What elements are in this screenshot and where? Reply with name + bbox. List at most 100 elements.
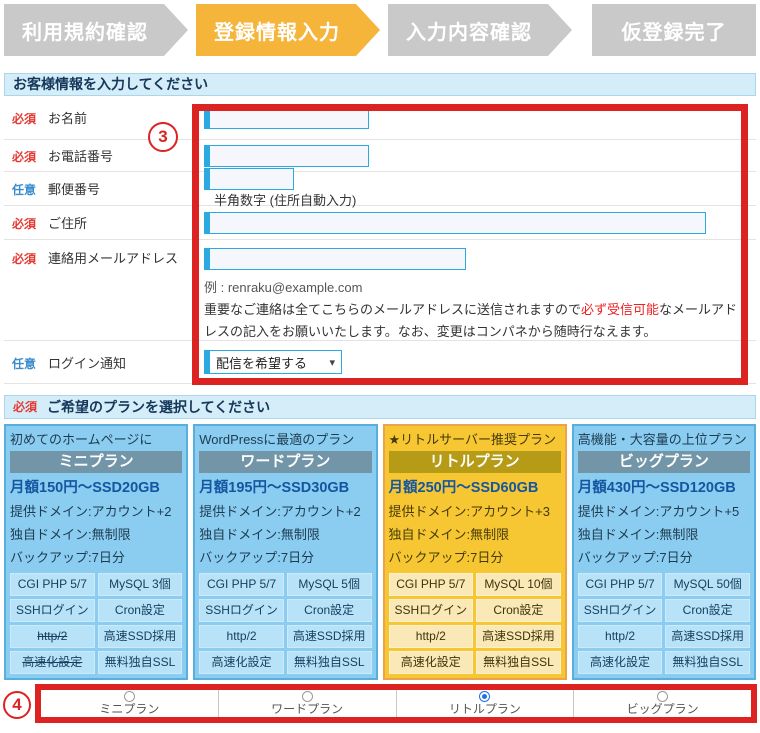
plan-price: 月額150円〜SSD20GB — [10, 476, 182, 500]
plan-feature-chip: 高速化設定 — [389, 651, 474, 674]
step-progress-bar: 利用規約確認 登録情報入力 入力内容確認 仮登録完了 — [4, 4, 756, 56]
name-input[interactable] — [204, 107, 369, 129]
login-notify-select[interactable]: 配信を希望する ▾ — [204, 350, 342, 374]
plan-spec: 独自ドメイン:無制限 — [389, 523, 561, 546]
radio-option-big[interactable]: ビッグプラン — [574, 690, 751, 717]
email-label: 連絡用メールアドレス — [48, 248, 178, 267]
form-row-login-notify: 任意 ログイン通知 配信を希望する ▾ — [4, 341, 756, 384]
plan-tagline: WordPressに最適のプラン — [199, 430, 371, 450]
plan-feature-chip: 高速化設定 — [199, 651, 284, 674]
plan-feature-chip: 高速化設定 — [578, 651, 663, 674]
plan-tagline: 高機能・大容量の上位プラン — [578, 430, 750, 450]
plan-feature-chip: MySQL 5個 — [287, 573, 372, 596]
plan-feature-chip: CGI PHP 5/7 — [389, 573, 474, 596]
zip-hint: 半角数字 (住所自動入力) — [214, 193, 356, 208]
plan-title: リトルプラン — [389, 451, 561, 473]
radio-label: ワードプラン — [271, 703, 343, 716]
radio-circle[interactable] — [657, 691, 668, 702]
plan-feature-chip: http/2 — [389, 625, 474, 648]
radio-circle[interactable] — [124, 691, 135, 702]
plan-cards: 初めてのホームページに ミニプラン 月額150円〜SSD20GB 提供ドメイン:… — [4, 424, 756, 680]
plan-spec: 独自ドメイン:無制限 — [578, 523, 750, 546]
plan-spec: バックアップ:7日分 — [578, 546, 750, 569]
plan-spec: 提供ドメイン:アカウント+2 — [10, 500, 182, 523]
plan-feature-chip: 無料独自SSL — [287, 651, 372, 674]
plan-feature-chip: 高速化設定 — [10, 651, 95, 674]
form-row-address: 必須 ご住所 — [4, 206, 756, 240]
plan-feature-chip: MySQL 3個 — [98, 573, 183, 596]
name-label: お名前 — [48, 108, 87, 127]
form-row-name: 必須 お名前 — [4, 96, 756, 140]
step-item-confirm: 入力内容確認 — [388, 4, 572, 56]
zip-input[interactable] — [204, 168, 294, 190]
customer-info-form: 必須 お名前 必須 お電話番号 任意 郵便番号 半角数字 (住所自動入力) — [4, 96, 756, 384]
form-row-email: 必須 連絡用メールアドレス 例 : renraku@example.com 重要… — [4, 240, 756, 341]
plan-feature-chip: SSHログイン — [578, 599, 663, 622]
plan-spec: 提供ドメイン:アカウント+3 — [389, 500, 561, 523]
plan-spec: バックアップ:7日分 — [10, 546, 182, 569]
annotation-circle-4: 4 — [3, 691, 31, 719]
plan-feature-chip: SSHログイン — [199, 599, 284, 622]
required-badge: 必須 — [12, 215, 36, 232]
email-example: 例 : renraku@example.com — [204, 277, 756, 296]
plan-spec: バックアップ:7日分 — [389, 546, 561, 569]
registration-page: 利用規約確認 登録情報入力 入力内容確認 仮登録完了 お客様情報を入力してくださ… — [0, 0, 760, 733]
customer-info-title: お客様情報を入力してください — [13, 74, 208, 95]
plan-feature-chip: SSHログイン — [389, 599, 474, 622]
plan-feature-chip: MySQL 50個 — [665, 573, 750, 596]
plan-spec: 提供ドメイン:アカウント+2 — [199, 500, 371, 523]
annotation-circle-3: 3 — [148, 122, 178, 152]
plan-card-big: 高機能・大容量の上位プラン ビッグプラン 月額430円〜SSD120GB 提供ド… — [572, 424, 756, 680]
plan-price: 月額195円〜SSD30GB — [199, 476, 371, 500]
plan-tagline: 初めてのホームページに — [10, 430, 182, 450]
plan-feature-grid: CGI PHP 5/7 MySQL 50個 SSHログイン Cron設定 htt… — [578, 573, 750, 674]
email-input[interactable] — [204, 248, 466, 270]
plan-feature-chip: Cron設定 — [665, 599, 750, 622]
plan-spec: バックアップ:7日分 — [199, 546, 371, 569]
plan-feature-chip: http/2 — [199, 625, 284, 648]
plan-feature-chip: 高速SSD採用 — [665, 625, 750, 648]
required-badge: 必須 — [12, 250, 36, 267]
plan-card-mini: 初めてのホームページに ミニプラン 月額150円〜SSD20GB 提供ドメイン:… — [4, 424, 188, 680]
plan-spec: 提供ドメイン:アカウント+5 — [578, 500, 750, 523]
radio-circle[interactable] — [302, 691, 313, 702]
plan-radio-row: ミニプラン ワードプラン リトルプラン ビッグプラン — [35, 684, 757, 723]
plan-feature-chip: http/2 — [10, 625, 95, 648]
radio-option-mini[interactable]: ミニプラン — [41, 690, 219, 717]
plan-card-little: ★リトルサーバー推奨プラン リトルプラン 月額250円〜SSD60GB 提供ドメ… — [383, 424, 567, 680]
radio-label: ビッグプラン — [627, 703, 699, 716]
email-note-important: 必ず受信可能 — [581, 302, 659, 317]
plan-feature-chip: CGI PHP 5/7 — [578, 573, 663, 596]
plan-feature-chip: SSHログイン — [10, 599, 95, 622]
form-row-zip: 任意 郵便番号 半角数字 (住所自動入力) — [4, 172, 756, 206]
plan-feature-chip: 無料独自SSL — [98, 651, 183, 674]
radio-circle[interactable] — [479, 691, 490, 702]
plan-feature-chip: Cron設定 — [287, 599, 372, 622]
address-input[interactable] — [204, 212, 706, 234]
phone-input[interactable] — [204, 145, 369, 167]
radio-label: ミニプラン — [99, 703, 159, 716]
required-badge: 必須 — [12, 110, 36, 127]
radio-option-word[interactable]: ワードプラン — [219, 690, 397, 717]
plan-section-title: ご希望のプランを選択してください — [47, 397, 270, 418]
plan-feature-chip: MySQL 10個 — [476, 573, 561, 596]
plan-feature-chip: 高速SSD採用 — [98, 625, 183, 648]
plan-feature-chip: 無料独自SSL — [476, 651, 561, 674]
plan-feature-grid: CGI PHP 5/7 MySQL 3個 SSHログイン Cron設定 http… — [10, 573, 182, 674]
optional-badge: 任意 — [12, 181, 36, 198]
plan-feature-chip: Cron設定 — [98, 599, 183, 622]
plan-tagline: ★リトルサーバー推奨プラン — [389, 430, 561, 450]
plan-title: ワードプラン — [199, 451, 371, 473]
customer-info-header: お客様情報を入力してください — [4, 73, 756, 96]
step-item-terms: 利用規約確認 — [4, 4, 188, 56]
plan-feature-chip: CGI PHP 5/7 — [199, 573, 284, 596]
required-badge: 必須 — [13, 397, 37, 418]
step-item-complete: 仮登録完了 — [592, 4, 756, 56]
plan-price: 月額430円〜SSD120GB — [578, 476, 750, 500]
plan-feature-chip: Cron設定 — [476, 599, 561, 622]
zip-label: 郵便番号 — [48, 179, 100, 198]
phone-label: お電話番号 — [48, 146, 113, 165]
radio-option-little[interactable]: リトルプラン — [397, 690, 575, 717]
plan-feature-chip: http/2 — [578, 625, 663, 648]
required-badge: 必須 — [12, 148, 36, 165]
